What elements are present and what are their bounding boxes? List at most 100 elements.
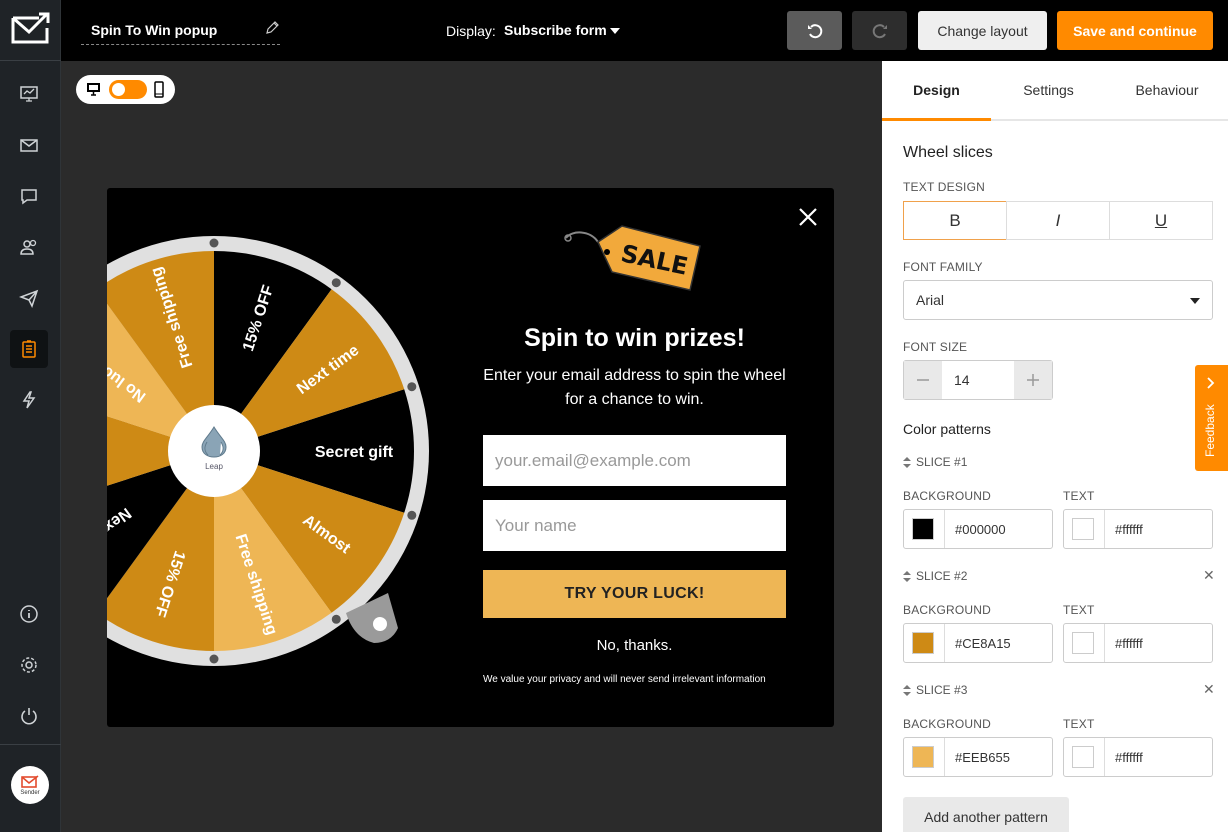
color-swatch[interactable] [1072, 632, 1094, 654]
color-swatch[interactable] [912, 746, 934, 768]
sender-logo-icon[interactable] [11, 12, 51, 46]
wheel-peg [209, 654, 219, 664]
slice-3-label: SLICE #3 [916, 683, 968, 697]
sidebar-item-messages[interactable] [10, 177, 48, 215]
save-continue-button[interactable]: Save and continue [1057, 11, 1213, 50]
info-icon [20, 605, 38, 623]
pencil-icon[interactable] [264, 20, 280, 36]
device-switch[interactable] [109, 80, 147, 99]
slice-2-label: SLICE #2 [916, 569, 968, 583]
slice-2-text-value[interactable]: #ffffff [1115, 636, 1143, 651]
display-dropdown[interactable]: Subscribe form [504, 22, 607, 38]
automation-icon [22, 391, 36, 409]
font-size-stepper[interactable]: 14 [903, 360, 1053, 400]
remove-slice-2-icon[interactable]: ✕ [1203, 567, 1215, 584]
field-divider [1104, 624, 1105, 662]
leap-logo-text: Leap [205, 462, 223, 471]
font-size-value[interactable]: 14 [954, 372, 970, 388]
account-avatar[interactable]: Sender [11, 766, 49, 804]
color-swatch[interactable] [1072, 746, 1094, 768]
field-divider [1104, 738, 1105, 776]
slice-3-header[interactable]: SLICE #3 [903, 683, 967, 697]
remove-slice-3-icon[interactable]: ✕ [1203, 681, 1215, 698]
mobile-icon[interactable] [154, 81, 164, 98]
caret-down-icon [1190, 298, 1200, 304]
change-layout-button[interactable]: Change layout [918, 11, 1047, 50]
slice-2-background-value[interactable]: #CE8A15 [955, 636, 1011, 651]
font-size-label: FONT SIZE [903, 340, 968, 354]
slice-2-background-field[interactable]: #CE8A15 [903, 623, 1053, 663]
wheel-peg [331, 614, 341, 624]
font-family-value: Arial [916, 292, 945, 308]
slice-1-header[interactable]: SLICE #1 [903, 455, 967, 469]
sidebar-item-forms[interactable] [10, 330, 48, 368]
left-sidebar: Sender [0, 0, 61, 832]
field-divider [944, 624, 945, 662]
name-field[interactable]: Your name [483, 500, 786, 551]
slice-1-text-value[interactable]: #ffffff [1115, 522, 1143, 537]
top-bar: Spin To Win popup Display: Subscribe for… [61, 0, 1228, 61]
sidebar-item-dashboard[interactable] [10, 75, 48, 113]
sidebar-item-settings[interactable] [10, 646, 48, 684]
sidebar-item-logout[interactable] [10, 697, 48, 735]
wheel-peg [407, 382, 417, 392]
forms-icon [22, 340, 36, 358]
wheel-slices-title: Wheel slices [903, 144, 993, 161]
sidebar-item-automation[interactable] [10, 381, 48, 419]
tab-settings[interactable]: Settings [991, 61, 1106, 119]
slice-2-header[interactable]: SLICE #2 [903, 569, 967, 583]
undo-icon [807, 23, 822, 38]
display-label: Display: [446, 23, 496, 39]
italic-toggle[interactable]: I [1006, 201, 1110, 240]
slice-1-label: SLICE #1 [916, 455, 968, 469]
tab-design[interactable]: Design [882, 61, 991, 121]
popup-title: Spin to win prizes! [524, 324, 745, 352]
email-field[interactable]: your.email@example.com [483, 435, 786, 486]
try-your-luck-button[interactable]: TRY YOUR LUCK! [483, 570, 786, 618]
sidebar-item-subscribers[interactable] [10, 228, 48, 266]
desktop-icon[interactable] [86, 82, 101, 96]
privacy-note: We value your privacy and will never sen… [483, 674, 766, 685]
monitor-icon [20, 86, 38, 102]
color-swatch[interactable] [912, 518, 934, 540]
feedback-tab[interactable]: Feedback [1195, 365, 1228, 471]
underline-toggle[interactable]: U [1109, 201, 1213, 240]
drag-handle-icon[interactable] [903, 456, 911, 468]
drag-handle-icon[interactable] [903, 684, 911, 696]
chevron-right-icon [1207, 377, 1215, 389]
color-patterns-title: Color patterns [903, 421, 991, 437]
device-preview-toggle[interactable] [76, 75, 175, 104]
decrement-button[interactable] [904, 361, 942, 399]
chevron-down-icon[interactable] [610, 28, 620, 34]
slice-3-background-field[interactable]: #EEB655 [903, 737, 1053, 777]
close-icon[interactable] [797, 206, 819, 228]
bold-toggle[interactable]: B [903, 201, 1007, 240]
slice-1-background-field[interactable]: #000000 [903, 509, 1053, 549]
font-family-select[interactable]: Arial [903, 280, 1213, 320]
field-divider [944, 510, 945, 548]
color-swatch[interactable] [1072, 518, 1094, 540]
slice-1-background-value[interactable]: #000000 [955, 522, 1006, 537]
field-divider [1104, 510, 1105, 548]
add-pattern-button[interactable]: Add another pattern [903, 797, 1069, 832]
sidebar-item-info[interactable] [10, 595, 48, 633]
sidebar-item-send[interactable] [10, 279, 48, 317]
popup-subtitle: Enter your email address to spin the whe… [483, 367, 786, 408]
color-swatch[interactable] [912, 632, 934, 654]
sidebar-item-campaigns[interactable] [10, 126, 48, 164]
tab-behaviour[interactable]: Behaviour [1106, 61, 1228, 119]
send-icon [19, 289, 39, 308]
increment-button[interactable] [1014, 361, 1052, 399]
form-title: Spin To Win popup [91, 22, 218, 38]
slice-3-text-field[interactable]: #ffffff [1063, 737, 1213, 777]
slice-2-text-field[interactable]: #ffffff [1063, 623, 1213, 663]
slice-3-text-value[interactable]: #ffffff [1115, 750, 1143, 765]
slice-1-text-field[interactable]: #ffffff [1063, 509, 1213, 549]
undo-button[interactable] [787, 11, 842, 50]
form-title-field[interactable]: Spin To Win popup [81, 16, 280, 45]
spin-to-win-popup: Secret gift Almost Free shipping 15% OFF Nex… [107, 188, 834, 727]
slice-3-background-value[interactable]: #EEB655 [955, 750, 1010, 765]
no-thanks-link[interactable]: No, thanks. [483, 637, 786, 654]
redo-button[interactable] [852, 11, 907, 50]
drag-handle-icon[interactable] [903, 570, 911, 582]
